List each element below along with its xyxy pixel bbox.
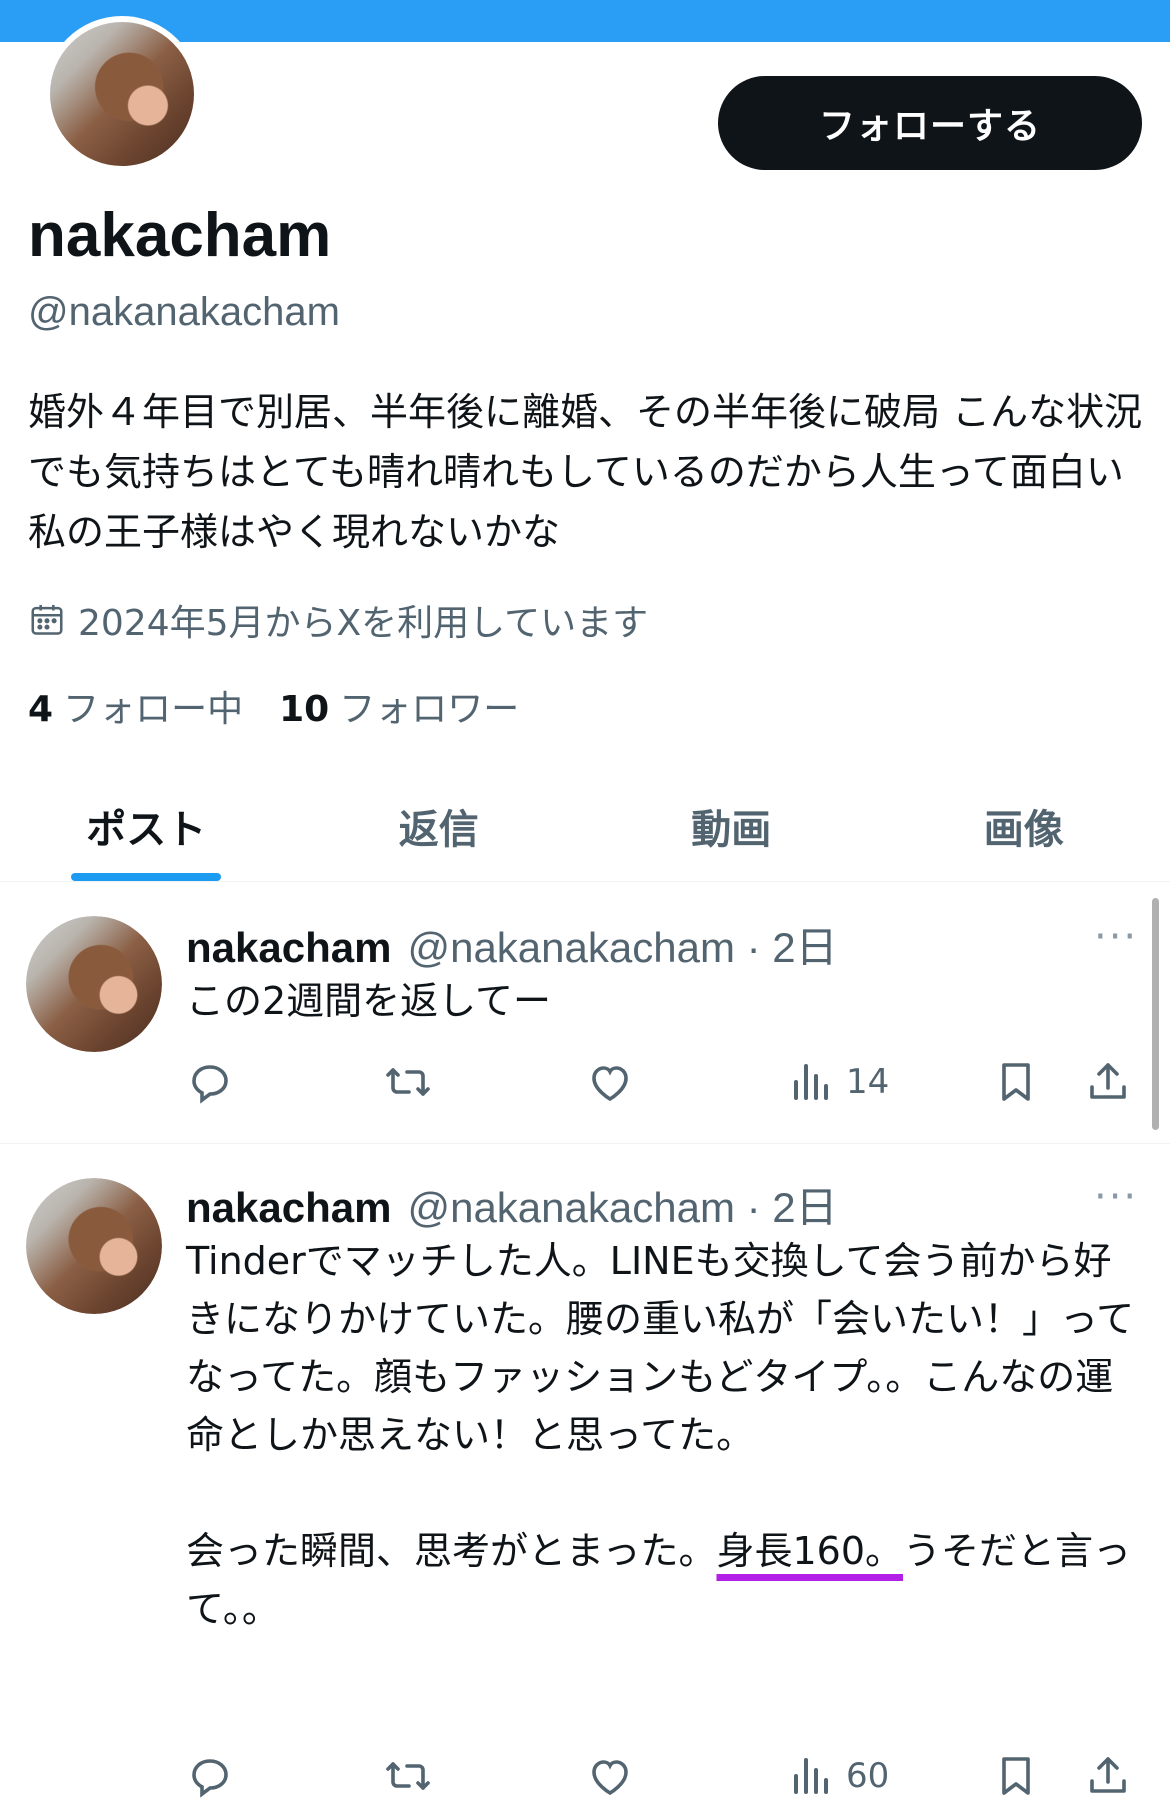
heart-icon	[592, 1760, 628, 1796]
handle-text: @nakanakacham	[407, 1184, 735, 1231]
more-options-icon[interactable]: ···	[1094, 1174, 1138, 1220]
repost-icon	[386, 1762, 430, 1790]
reply-icon	[192, 1065, 228, 1104]
more-options-icon[interactable]: ···	[1094, 914, 1138, 960]
avatar-photo	[26, 916, 162, 1052]
profile-avatar[interactable]	[44, 16, 200, 172]
followers-link[interactable]: 10 フォロワー	[279, 680, 519, 732]
tab-images[interactable]: 画像	[878, 770, 1170, 881]
share-icon	[1090, 1757, 1126, 1793]
joined-date: 2024年5月からXを利用しています	[28, 594, 648, 646]
reply-icon	[192, 1759, 228, 1798]
tweet-text: この2週間を返してー	[186, 972, 1136, 1030]
avatar-photo	[50, 22, 194, 166]
follow-button[interactable]: フォローする	[718, 76, 1142, 170]
tweet-avatar[interactable]	[26, 1178, 162, 1314]
follow-stats: 4 フォロー中 10 フォロワー	[28, 680, 519, 732]
tweet-text: Tinderでマッチした人。LINEも交換して会う前から好きになりかけていた。腰…	[186, 1232, 1136, 1638]
view-count: 14	[846, 1062, 890, 1102]
repost-button[interactable]	[384, 1052, 432, 1112]
tweet-text-line: この2週間を返してー	[186, 979, 552, 1023]
views-button[interactable]: 14	[786, 1052, 889, 1112]
handle-text: @nakanakacham	[407, 924, 735, 971]
followers-count: 10	[279, 689, 330, 730]
share-button[interactable]	[1084, 1746, 1132, 1802]
tweet-author-name[interactable]: nakacham	[186, 924, 391, 972]
tweet-author-handle[interactable]: @nakanakacham · 2日	[407, 1174, 837, 1235]
views-chart-icon	[794, 1758, 828, 1794]
reply-button[interactable]	[186, 1746, 234, 1802]
repost-icon	[386, 1068, 430, 1096]
tweet-author-name[interactable]: nakacham	[186, 1184, 391, 1232]
repost-button[interactable]	[384, 1746, 432, 1802]
profile-handle: @nakanakacham	[28, 290, 340, 334]
following-label: フォロー中	[63, 689, 244, 730]
tab-label: 動画	[691, 806, 772, 853]
tweet-time: 2日	[772, 1184, 838, 1231]
tweet-text-paragraph: Tinderでマッチした人。LINEも交換して会う前から好きになりかけていた。腰…	[186, 1239, 1135, 1457]
calendar-icon	[31, 604, 63, 635]
tab-label: 画像	[983, 806, 1064, 853]
profile-banner[interactable]	[0, 0, 1170, 42]
following-link[interactable]: 4 フォロー中	[28, 680, 243, 732]
tab-label: ポスト	[86, 806, 207, 853]
tweet[interactable]: nakacham @nakanakacham · 2日 ··· この2週間を返し…	[0, 884, 1170, 1144]
profile-display-name: nakacham	[28, 201, 332, 270]
profile-tabs: ポスト 返信 動画 画像	[0, 770, 1170, 882]
like-button[interactable]	[586, 1052, 634, 1112]
tab-replies[interactable]: 返信	[293, 770, 586, 881]
tweet-actions: 14	[186, 1052, 1146, 1112]
views-button[interactable]: 60	[786, 1746, 889, 1802]
bookmark-button[interactable]	[992, 1746, 1040, 1802]
tweet-time: 2日	[772, 924, 838, 971]
tweet-avatar[interactable]	[26, 916, 162, 1052]
tab-videos[interactable]: 動画	[585, 770, 878, 881]
tweet-header: nakacham @nakanakacham · 2日	[186, 1174, 838, 1235]
bookmark-icon	[1002, 1757, 1030, 1795]
heart-icon	[592, 1066, 628, 1102]
bookmark-icon	[1002, 1063, 1030, 1101]
tweet-text-blank	[186, 1464, 1136, 1522]
tweet-author-handle[interactable]: @nakanakacham · 2日	[407, 914, 837, 975]
views-chart-icon	[794, 1064, 828, 1100]
reply-button[interactable]	[186, 1052, 234, 1112]
share-icon	[1090, 1063, 1126, 1099]
tweet-header: nakacham @nakanakacham · 2日	[186, 914, 838, 975]
followers-label: フォロワー	[339, 689, 520, 730]
tweet-text-paragraph: 会った瞬間、思考がとまった。身長160。うそだと言って。。	[186, 1522, 1136, 1638]
tab-label: 返信	[398, 806, 479, 853]
highlighted-text: 身長160。	[716, 1529, 904, 1573]
tweet[interactable]: nakacham @nakanakacham · 2日 ··· Tinderでマ…	[0, 1144, 1170, 1802]
bookmark-button[interactable]	[992, 1052, 1040, 1112]
share-button[interactable]	[1084, 1052, 1132, 1112]
tab-posts[interactable]: ポスト	[0, 770, 293, 881]
avatar-photo	[26, 1178, 162, 1314]
tweet-text-segment: 会った瞬間、思考がとまった。	[186, 1529, 717, 1573]
tweet-actions: 60	[186, 1746, 1146, 1802]
profile-bio: 婚外４年目で別居、半年後に離婚、その半年後に破局 こんな状況でも気持ちはとても晴…	[28, 390, 1143, 554]
view-count: 60	[846, 1756, 890, 1796]
following-count: 4	[28, 689, 54, 730]
active-tab-indicator	[71, 873, 222, 881]
like-button[interactable]	[586, 1746, 634, 1802]
joined-text: 2024年5月からXを利用しています	[78, 603, 649, 644]
